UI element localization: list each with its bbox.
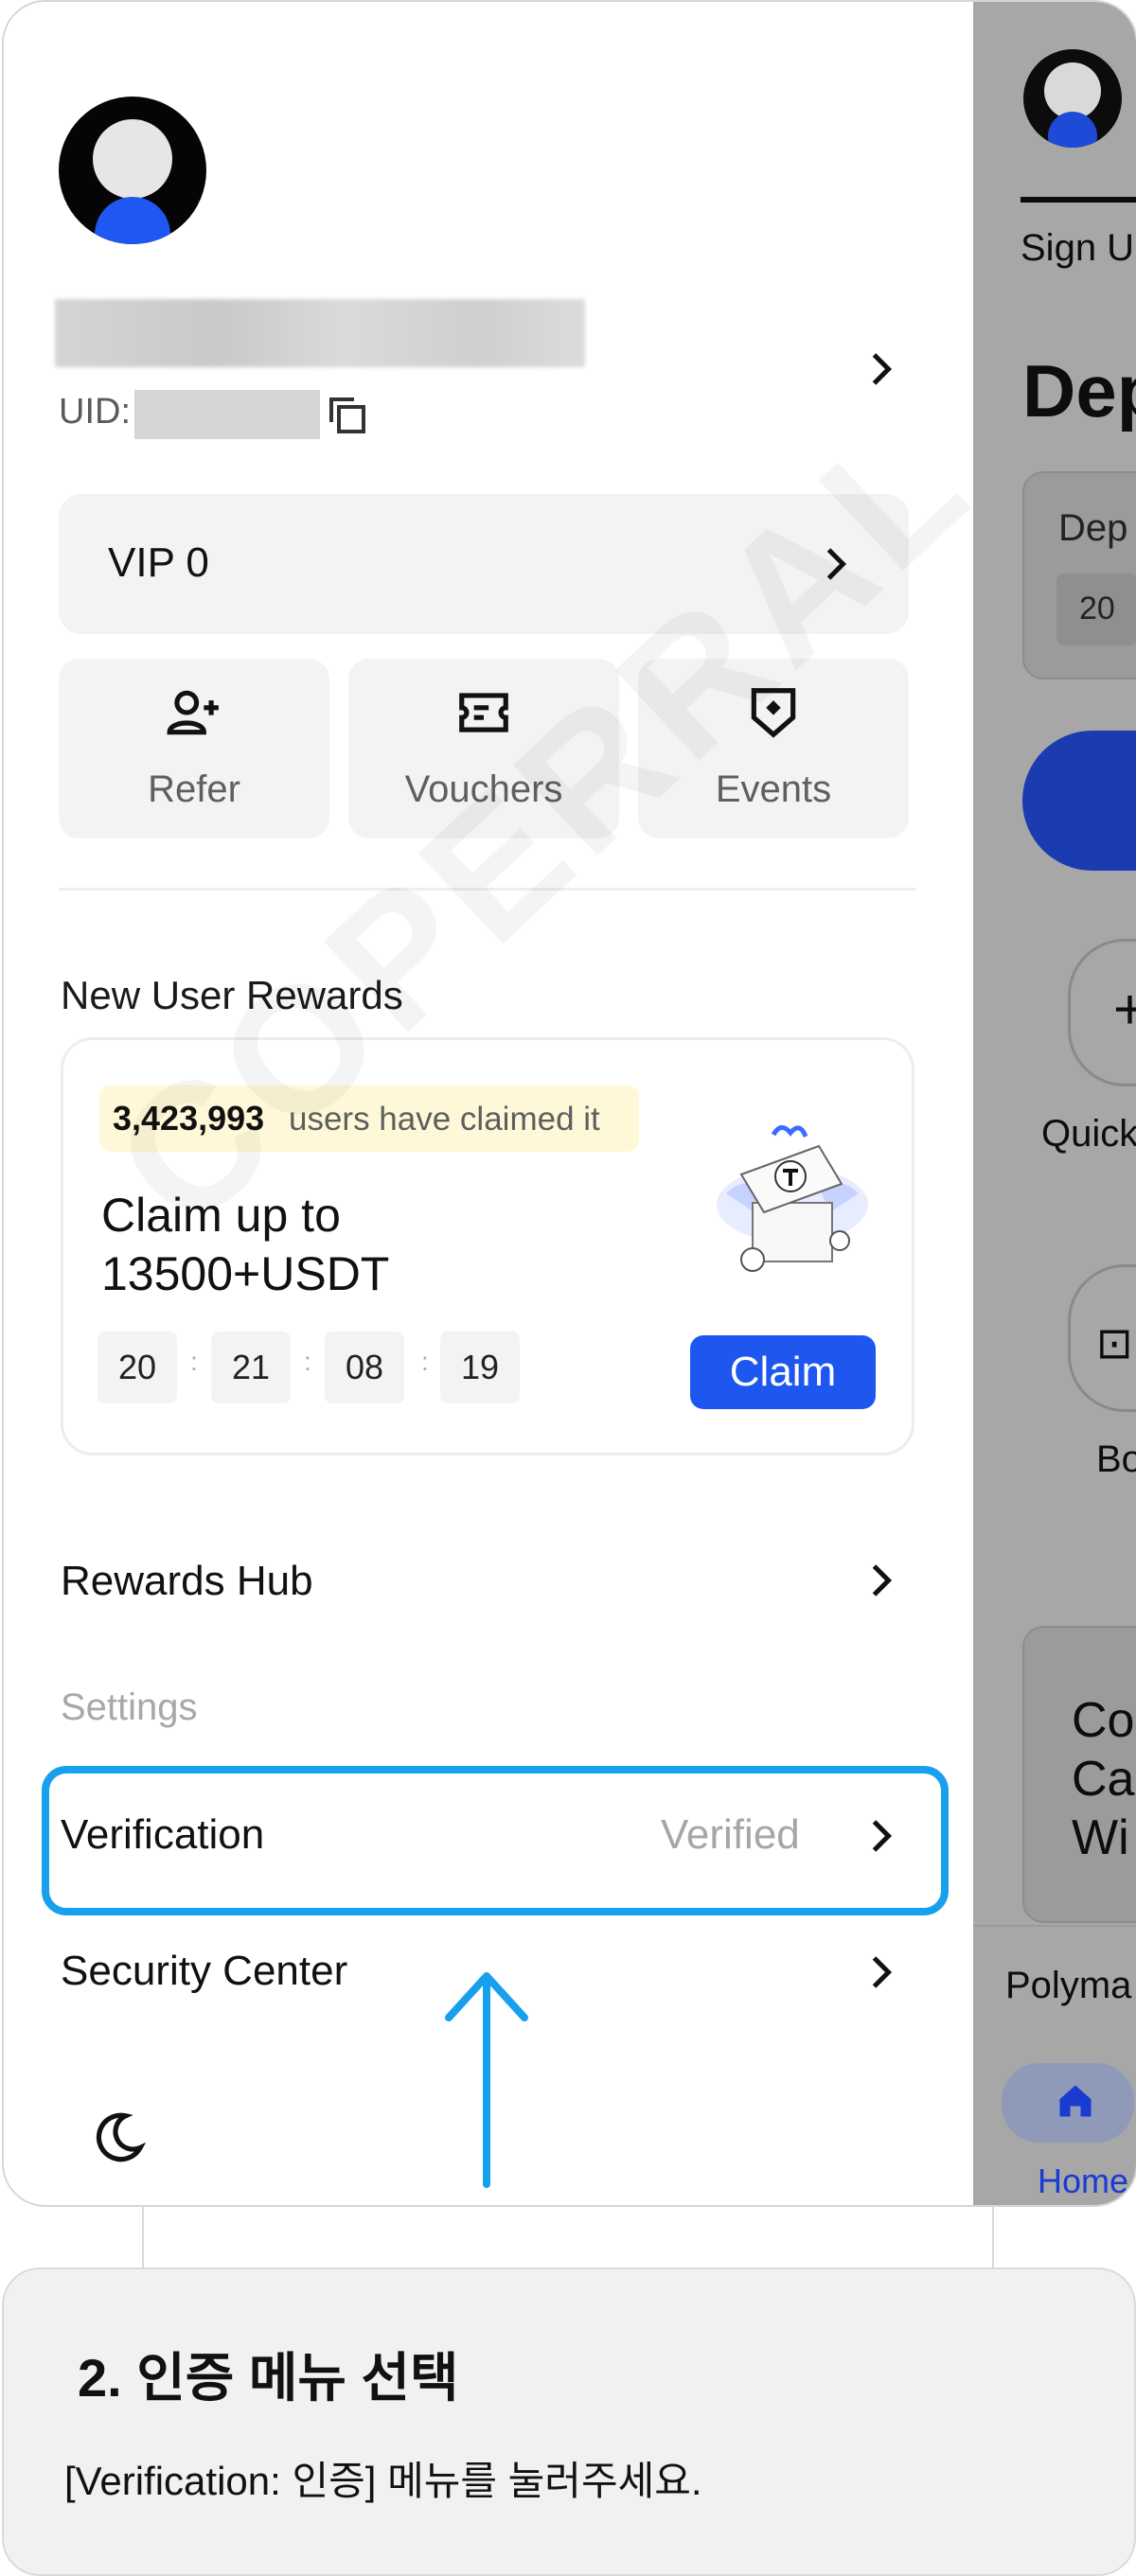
username-redacted xyxy=(55,299,585,367)
side-drawer: UID: VIP 0 Refer Vouchers Events New Use… xyxy=(4,2,971,2205)
vouchers-tile[interactable]: Vouchers xyxy=(348,659,619,838)
background-card-value: 20 xyxy=(1079,591,1115,626)
timer-separator: : xyxy=(190,1347,198,1376)
gift-box-icon xyxy=(717,1125,868,1272)
timer-separator: : xyxy=(304,1347,311,1376)
background-primary-button xyxy=(1022,731,1136,871)
avatar[interactable] xyxy=(59,97,206,244)
caption-connector-right xyxy=(992,2205,994,2267)
ticket-icon xyxy=(459,693,508,732)
claimed-count: 3,423,993 xyxy=(113,1099,265,1138)
background-quick-label: Quick xyxy=(1041,1113,1136,1155)
background-avatar xyxy=(1023,49,1122,148)
tab-indicator xyxy=(1021,197,1136,203)
vip-chevron-right-icon xyxy=(826,548,847,580)
copy-icon[interactable] xyxy=(324,392,369,437)
divider xyxy=(59,888,916,891)
claimed-text: users have claimed it xyxy=(289,1101,600,1138)
timer-minutes: 08 xyxy=(325,1332,404,1403)
user-plus-icon xyxy=(167,690,219,735)
security-center-chevron-right-icon[interactable] xyxy=(867,1953,896,1991)
timer-seconds: 19 xyxy=(440,1332,520,1403)
rewards-hub-chevron-right-icon[interactable] xyxy=(867,1561,896,1599)
vip-label: VIP 0 xyxy=(108,539,209,586)
events-tile[interactable]: Events xyxy=(638,659,909,838)
refer-tile[interactable]: Refer xyxy=(59,659,329,838)
pointer-arrow-up-icon xyxy=(445,1972,528,2188)
verification-highlight-box xyxy=(42,1766,949,1915)
timer-hours: 21 xyxy=(211,1332,291,1403)
claimed-count-banner: 3,423,993 users have claimed it xyxy=(99,1085,639,1152)
step-title: 2. 인증 메뉴 선택 xyxy=(78,2348,459,2408)
rewards-hub-item[interactable]: Rewards Hub xyxy=(61,1558,313,1605)
background-bonus-label: Bo xyxy=(1096,1438,1136,1480)
nav-home-label: Home xyxy=(1038,2161,1129,2200)
security-center-item[interactable]: Security Center xyxy=(61,1948,347,1995)
step-description: [Verification: 인증] 메뉴를 눌러주세요. xyxy=(64,2459,702,2503)
new-user-rewards-title: New User Rewards xyxy=(61,973,403,1017)
vouchers-label: Vouchers xyxy=(404,768,563,810)
background-promo-line-1: Co xyxy=(1072,1693,1135,1748)
uid-label: UID: xyxy=(59,392,131,432)
moon-icon[interactable] xyxy=(89,2108,148,2167)
claim-headline: Claim up to 13500+USDT xyxy=(101,1189,390,1300)
claim-button[interactable]: Claim xyxy=(690,1335,876,1409)
background-card-label: Dep xyxy=(1058,507,1128,549)
background-polymarket-label: Polyma xyxy=(1005,1965,1132,2006)
background-promo-line-3: Wi xyxy=(1072,1810,1129,1865)
home-icon xyxy=(1059,2085,1092,2117)
background-promo-line-2: Ca xyxy=(1072,1752,1135,1807)
timer-separator: : xyxy=(421,1347,429,1376)
new-user-rewards-card[interactable]: 3,423,993 users have claimed it Claim up… xyxy=(61,1037,914,1456)
badge-icon xyxy=(751,688,796,738)
timer-days: 20 xyxy=(98,1332,177,1403)
caption-connector-left xyxy=(142,2205,144,2267)
refer-label: Refer xyxy=(148,768,240,810)
phone-screen: Sign Up Dep Dep 20 + Quick ⊡ Bo Co Ca Wi… xyxy=(2,0,1136,2207)
profile-chevron-right-icon[interactable] xyxy=(867,350,896,388)
events-label: Events xyxy=(715,768,832,810)
caption-card: 2. 인증 메뉴 선택 [Verification: 인증] 메뉴를 눌러주세요… xyxy=(2,2267,1136,2576)
uid-value-redacted xyxy=(134,390,320,439)
settings-section-header: Settings xyxy=(61,1686,198,1728)
background-divider xyxy=(973,1925,1136,1927)
vip-level-row[interactable]: VIP 0 xyxy=(59,494,909,634)
background-app-overlay[interactable]: Sign Up Dep Dep 20 + Quick ⊡ Bo Co Ca Wi… xyxy=(973,2,1136,2205)
background-tab-sign-up: Sign Up xyxy=(1021,227,1136,269)
plus-icon: + xyxy=(1113,977,1136,1042)
gift-icon: ⊡ xyxy=(1096,1318,1133,1367)
background-heading: Dep xyxy=(1022,349,1136,432)
